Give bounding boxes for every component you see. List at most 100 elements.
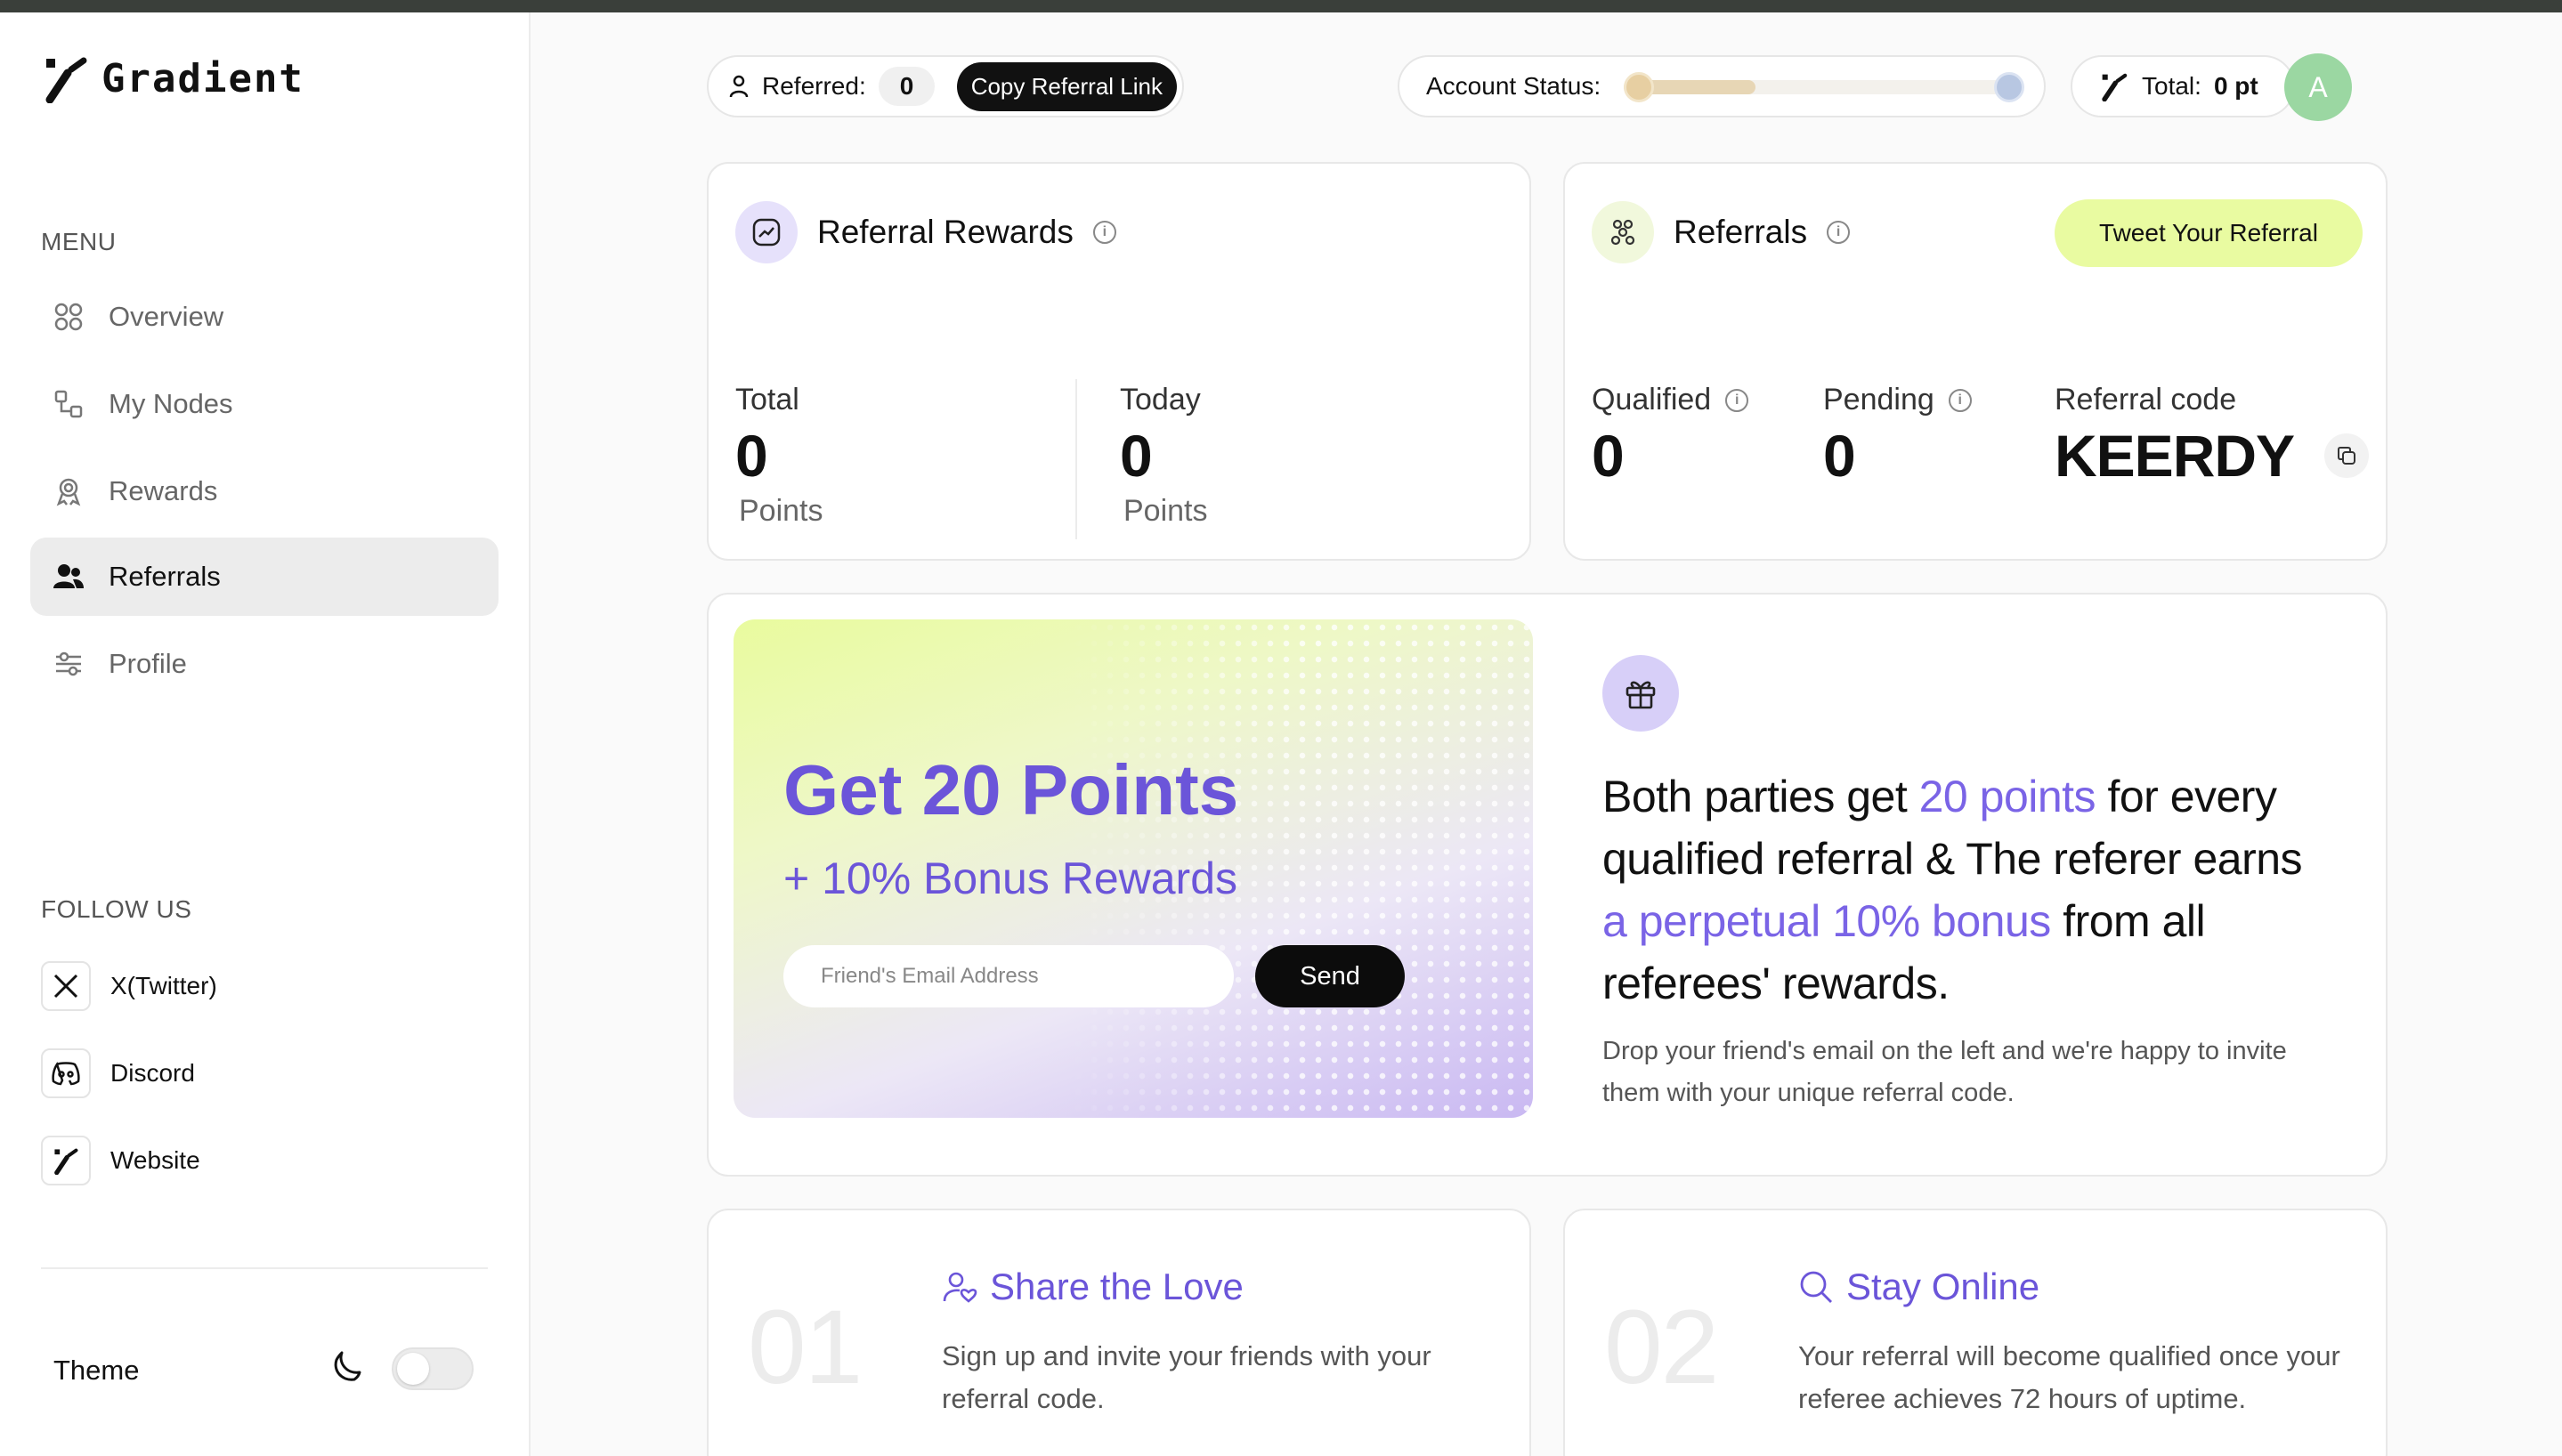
gradient-logo-icon [41, 1136, 91, 1185]
total-value: 0 pt [2213, 72, 2258, 100]
pending-label: Pending [1823, 383, 1934, 417]
step-title-label: Stay Online [1846, 1266, 2040, 1307]
social-link-label: Discord [110, 1059, 195, 1087]
sidebar-item-my-nodes[interactable]: My Nodes [30, 365, 499, 443]
friend-email-input[interactable] [783, 945, 1234, 1007]
chart-icon [735, 201, 798, 263]
brand-logo[interactable]: Gradient [41, 53, 304, 103]
invite-card: Get 20 Points + 10% Bonus Rewards Send B… [707, 593, 2388, 1177]
stat-divider [1075, 379, 1077, 539]
invite-description: Both parties get 20 points for every qua… [1602, 765, 2332, 1015]
desc-part: Both parties get [1602, 772, 1919, 821]
info-icon[interactable]: i [1948, 388, 1972, 412]
status-tier-end-icon [1994, 72, 2024, 102]
pending-label-row: Pending i [1823, 383, 1972, 417]
qualified-stat: Qualified i 0 [1592, 383, 1749, 489]
social-link-twitter[interactable]: X(Twitter) [41, 961, 217, 1011]
users-icon [53, 562, 84, 592]
info-icon[interactable]: i [1827, 221, 1851, 244]
info-icon[interactable]: i [1725, 388, 1749, 412]
user-icon [729, 75, 749, 98]
qualified-label: Qualified [1592, 383, 1712, 417]
discord-icon [41, 1048, 91, 1098]
invite-promo-panel: Get 20 Points + 10% Bonus Rewards Send [734, 619, 1533, 1118]
send-button[interactable]: Send [1255, 945, 1405, 1007]
sidebar-item-label: My Nodes [109, 388, 233, 419]
sidebar-item-rewards[interactable]: Rewards [30, 452, 499, 530]
step-title: Stay Online [1798, 1266, 2039, 1308]
tweet-your-referral-button[interactable]: Tweet Your Referral [2055, 199, 2363, 267]
gift-icon [1602, 655, 1679, 732]
follow-section-title: FOLLOW US [41, 895, 192, 923]
social-link-label: X(Twitter) [110, 972, 217, 999]
referral-code-label: Referral code [2055, 383, 2237, 417]
social-link-label: Website [110, 1146, 200, 1174]
sidebar-divider [41, 1267, 488, 1269]
desc-highlight: a perpetual 10% bonus [1602, 896, 2051, 946]
referral-rewards-header: Referral Rewards i [735, 201, 1116, 263]
account-status-label: Account Status: [1426, 72, 1601, 100]
promo-title: Get 20 Points [783, 750, 1239, 829]
total-label: Total: [2142, 72, 2201, 100]
rewards-total-value: 0 [735, 423, 768, 489]
desc-highlight: 20 points [1918, 772, 2096, 821]
brand-name: Gradient [101, 55, 304, 101]
copy-icon[interactable] [2324, 433, 2370, 478]
step-text: Sign up and invite your friends with you… [942, 1340, 1431, 1414]
referred-pill: Referred: 0 Copy Referral Link [707, 55, 1184, 117]
menu-section-title: MENU [41, 228, 117, 255]
referral-rewards-title: Referral Rewards [817, 214, 1074, 250]
social-link-discord[interactable]: Discord [41, 1048, 195, 1098]
nodes-icon [53, 389, 84, 419]
window-top-bar [0, 0, 2562, 12]
account-status-track [1624, 80, 2015, 94]
sidebar-item-overview[interactable]: Overview [30, 278, 499, 356]
gradient-logo-icon [45, 57, 87, 103]
sidebar-item-label: Referrals [109, 561, 221, 592]
rewards-total-stat: Total 0 Points [735, 383, 823, 529]
step-number: 02 [1604, 1289, 1719, 1406]
qualified-label-row: Qualified i [1592, 383, 1749, 417]
copy-referral-link-button[interactable]: Copy Referral Link [956, 61, 1177, 111]
theme-toggle-knob [397, 1353, 429, 1385]
step-card-share: 01 Share the Love Sign up and invite you… [707, 1209, 1531, 1456]
social-link-website[interactable]: Website [41, 1136, 200, 1185]
account-status-pill: Account Status: [1398, 55, 2046, 117]
avatar[interactable]: A [2284, 53, 2352, 121]
referrals-card: Referrals i Tweet Your Referral Qualifie… [1563, 162, 2388, 561]
moon-icon [334, 1351, 361, 1381]
rewards-today-stat: Today 0 Points [1120, 383, 1208, 529]
referral-code-row: KEERDY [2055, 417, 2370, 489]
promo-subtitle: + 10% Bonus Rewards [783, 853, 1238, 903]
qualified-value: 0 [1592, 423, 1625, 489]
step-title: Share the Love [942, 1266, 1244, 1308]
pending-stat: Pending i 0 [1823, 383, 1972, 485]
invite-note: Drop your friend's email on the left and… [1602, 1037, 2287, 1107]
referred-count: 0 [878, 67, 936, 106]
gradient-logo-icon [2102, 73, 2128, 101]
rewards-icon [53, 476, 84, 506]
rewards-total-unit: Points [739, 494, 823, 528]
sidebar-item-label: Overview [109, 301, 224, 332]
sidebar-item-label: Rewards [109, 475, 218, 506]
theme-label: Theme [53, 1355, 140, 1386]
rewards-today-unit: Points [1123, 494, 1208, 528]
step-card-online: 02 Stay Online Your referral will become… [1563, 1209, 2388, 1456]
referral-code-value: KEERDY [2055, 423, 2295, 489]
sidebar-item-referrals[interactable]: Referrals [30, 538, 499, 616]
rewards-today-value: 0 [1120, 423, 1153, 489]
referrals-title: Referrals [1674, 214, 1808, 250]
rewards-today-label: Today [1120, 383, 1201, 417]
referred-label: Referred: [762, 72, 866, 100]
total-points-pill: Total: 0 pt [2071, 55, 2295, 117]
step-text: Your referral will become qualified once… [1798, 1340, 2340, 1414]
x-icon [41, 961, 91, 1011]
sidebar-item-profile[interactable]: Profile [30, 625, 499, 703]
referral-rewards-card: Referral Rewards i Total 0 Points Today … [707, 162, 1531, 561]
pending-value: 0 [1823, 423, 1856, 489]
rewards-total-label: Total [735, 383, 799, 417]
sidebar-item-label: Profile [109, 648, 187, 679]
info-icon[interactable]: i [1092, 221, 1116, 244]
theme-toggle[interactable] [392, 1347, 474, 1390]
grid-icon [53, 302, 84, 332]
